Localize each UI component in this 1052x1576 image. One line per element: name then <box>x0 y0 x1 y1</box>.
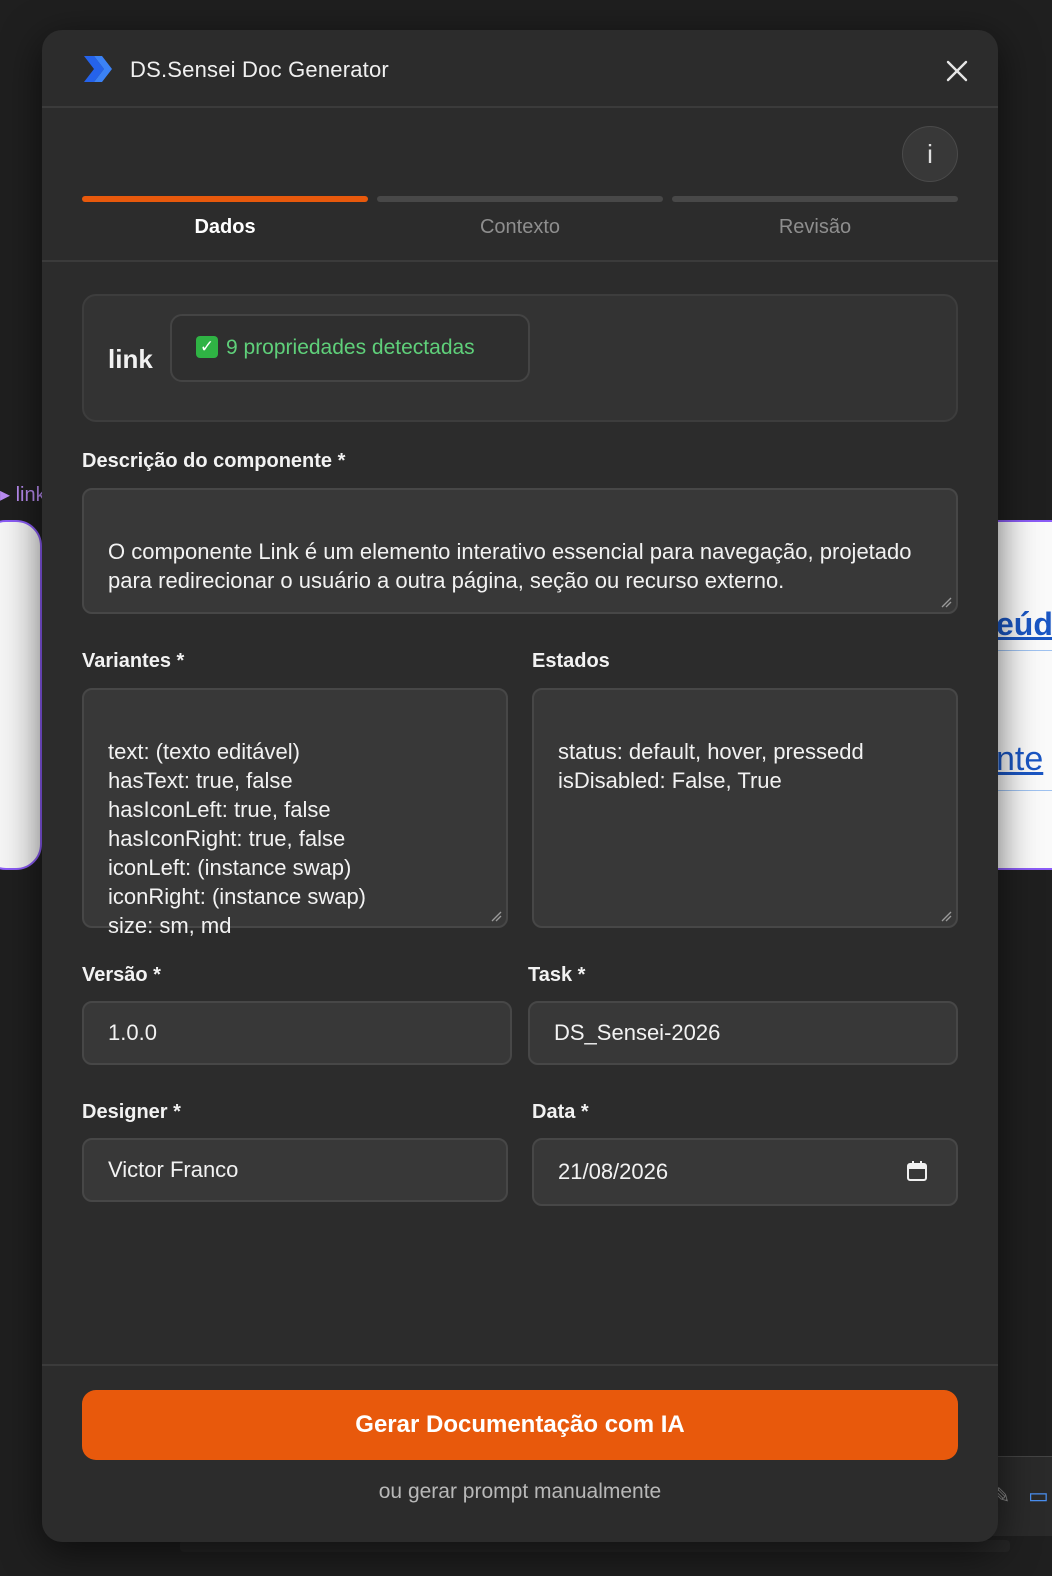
variants-label: Variantes * <box>82 650 185 672</box>
description-textarea[interactable]: O componente Link é um elemento interati… <box>82 488 958 614</box>
step-label: Contexto <box>479 216 561 238</box>
canvas-divider <box>996 790 1052 791</box>
component-name: link <box>108 344 153 374</box>
modal-title: DS.Sensei Doc Generator <box>130 57 389 82</box>
date-label: Data * <box>532 1101 589 1123</box>
designer-label: Designer * <box>82 1101 181 1123</box>
states-value: status: default, hover, pressedd isDisab… <box>558 739 864 793</box>
step-progress-bar <box>377 196 663 202</box>
date-value: 21/08/2026 <box>558 1159 669 1184</box>
frame-icon[interactable]: ▭ <box>1028 1483 1049 1509</box>
check-icon: ✓ <box>196 336 218 358</box>
doc-generator-modal: DS.Sensei Doc Generator i Dados Contexto… <box>42 30 998 1542</box>
canvas-text-fragment: nte <box>996 740 1044 778</box>
footer-divider <box>42 1364 998 1366</box>
date-input[interactable]: 21/08/2026 <box>532 1138 958 1206</box>
step-progress-bar <box>82 196 368 202</box>
stepper-divider <box>42 260 998 262</box>
designer-input[interactable]: Victor Franco <box>82 1138 508 1202</box>
props-detected-text: 9 propriedades detectadas <box>226 336 475 359</box>
canvas-frame-left <box>0 520 42 870</box>
close-icon[interactable] <box>940 54 974 88</box>
component-summary-card: link ✓ 9 propriedades detectadas <box>82 294 958 422</box>
variants-value: text: (texto editável) hasText: true, fa… <box>108 739 367 938</box>
resize-grip-icon[interactable] <box>490 910 502 922</box>
calendar-icon[interactable] <box>906 1160 928 1182</box>
states-label: Estados <box>532 650 610 672</box>
task-label: Task * <box>528 964 586 986</box>
tab-revisao[interactable]: Revisão <box>672 196 958 239</box>
tab-contexto[interactable]: Contexto <box>377 196 663 239</box>
resize-grip-icon[interactable] <box>940 910 952 922</box>
stepper: Dados Contexto Revisão <box>82 196 958 246</box>
version-input[interactable]: 1.0.0 <box>82 1001 512 1065</box>
manual-prompt-link[interactable]: ou gerar prompt manualmente <box>42 1480 998 1504</box>
generate-docs-button[interactable]: Gerar Documentação com IA <box>82 1390 958 1460</box>
info-icon[interactable]: i <box>902 126 958 182</box>
ds-sensei-logo-icon <box>84 56 112 82</box>
tab-dados[interactable]: Dados <box>82 196 368 239</box>
states-textarea[interactable]: status: default, hover, pressedd isDisab… <box>532 688 958 928</box>
variants-textarea[interactable]: text: (texto editável) hasText: true, fa… <box>82 688 508 938</box>
version-label: Versão * <box>82 964 161 986</box>
task-input[interactable]: DS_Sensei-2026 <box>528 1001 958 1065</box>
canvas-layer-label: ▸ link <box>0 484 46 506</box>
modal-titlebar: DS.Sensei Doc Generator <box>42 30 998 108</box>
resize-grip-icon[interactable] <box>940 596 952 608</box>
step-label: Revisão <box>778 216 852 238</box>
description-value: O componente Link é um elemento interati… <box>108 539 912 593</box>
step-progress-bar <box>672 196 958 202</box>
canvas-divider <box>996 650 1052 651</box>
canvas-frame-right <box>996 520 1052 870</box>
step-label: Dados <box>194 216 256 238</box>
description-label: Descrição do componente * <box>82 450 346 472</box>
canvas-text-fragment: eúdo <box>996 606 1052 642</box>
props-detected-badge: ✓ 9 propriedades detectadas <box>170 314 530 382</box>
